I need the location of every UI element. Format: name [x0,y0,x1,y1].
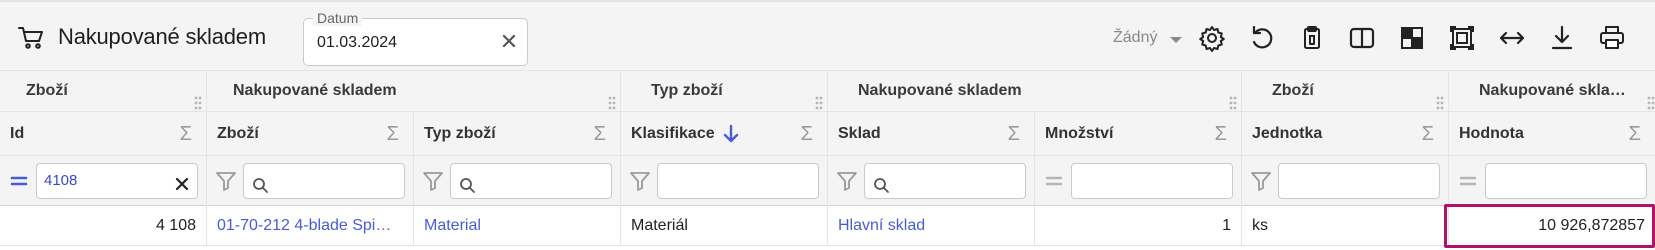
cell-typ-link[interactable]: Material [414,206,621,246]
column-header-row: Id Σ Zboží Σ Typ zboží Σ Klasifikace Σ S… [0,112,1655,156]
drag-handle-icon[interactable] [194,87,202,110]
sort-desc-icon[interactable] [721,124,741,144]
sigma-icon[interactable]: Σ [1008,123,1020,145]
column-header-typ-zbozi[interactable]: Typ zboží Σ [414,112,621,156]
drag-handle-icon[interactable] [608,87,616,110]
search-icon [459,173,476,193]
sigma-icon[interactable]: Σ [594,123,606,145]
filter-row: 4108 [0,156,1655,206]
drag-handle-icon[interactable] [815,87,823,110]
date-field[interactable]: Datum 01.03.2024 [303,10,528,66]
filter-cell-mnozstvi [1035,156,1242,206]
equals-icon[interactable] [8,170,30,192]
search-icon [873,173,890,193]
delete-clipboard-icon[interactable] [1298,24,1326,52]
filter-cell-jednotka [1242,156,1449,206]
shopping-cart-icon [17,24,45,52]
column-header-zbozi[interactable]: Zboží Σ [207,112,414,156]
filter-cell-typ-zbozi [414,156,621,206]
close-icon[interactable] [499,31,519,51]
filter-icon[interactable] [215,170,237,192]
layout-select[interactable]: Žádný [1113,29,1157,47]
column-group: Nakupované skla… [1449,71,1655,112]
cell-mnozstvi: 1 [1035,206,1242,246]
gear-icon[interactable] [1198,24,1226,52]
close-icon[interactable] [173,172,191,191]
date-field-label: Datum [313,10,363,26]
typ-zbozi-filter-input[interactable] [450,163,612,199]
zbozi-filter-input[interactable] [243,163,405,199]
column-group: Nakupované skladem [207,71,621,112]
cell-sklad-link[interactable]: Hlavní sklad [828,206,1035,246]
column-group-row: Zboží Nakupované skladem Typ zboží Nakup… [0,70,1655,112]
cell-klasifikace: Materiál [621,206,828,246]
column-header-hodnota[interactable]: Hodnota Σ [1449,112,1655,156]
column-header-klasifikace[interactable]: Klasifikace Σ [621,112,828,156]
sigma-icon[interactable]: Σ [1215,123,1227,145]
column-group: Typ zboží [621,71,828,112]
sigma-icon[interactable]: Σ [180,123,192,145]
column-group: Zboží [0,71,207,112]
cell-zbozi-link[interactable]: 01-70-212 4-blade Spi… [207,206,414,246]
date-field-value[interactable]: 01.03.2024 [317,34,397,52]
sklad-filter-input[interactable] [864,163,1026,199]
search-icon [252,173,269,193]
sigma-icon[interactable]: Σ [387,123,399,145]
toolbar: Nakupované skladem Datum 01.03.2024 Žádn… [0,0,1655,70]
column-group: Zboží [1242,71,1449,112]
page-title: Nakupované skladem [58,24,266,49]
id-filter-input[interactable]: 4108 [36,163,198,199]
filter-icon[interactable] [629,170,651,192]
chevron-down-icon[interactable] [1170,37,1182,43]
filter-cell-id: 4108 [0,156,207,206]
column-header-mnozstvi[interactable]: Množství Σ [1035,112,1242,156]
column-header-jednotka[interactable]: Jednotka Σ [1242,112,1449,156]
screenshot-frame-icon[interactable] [1448,24,1476,52]
filter-cell-sklad [828,156,1035,206]
equals-icon[interactable] [1043,170,1065,192]
drag-handle-icon[interactable] [1229,87,1237,110]
column-group: Nakupované skladem [828,71,1242,112]
filter-icon[interactable] [1250,170,1272,192]
column-header-id[interactable]: Id Σ [0,112,207,156]
cell-id: 4 108 [0,206,207,246]
drag-handle-icon[interactable] [1436,87,1444,110]
hodnota-filter-input[interactable] [1485,163,1647,199]
equals-icon[interactable] [1457,170,1479,192]
klasifikace-filter-input[interactable] [657,163,819,199]
horizontal-resize-icon[interactable] [1498,24,1526,52]
filter-cell-klasifikace [621,156,828,206]
filter-icon[interactable] [836,170,858,192]
filter-cell-hodnota [1449,156,1655,206]
table-row[interactable]: 4 108 01-70-212 4-blade Spi… Material Ma… [0,206,1655,246]
highlight-frame [1444,204,1655,248]
column-header-sklad[interactable]: Sklad Σ [828,112,1035,156]
drag-handle-icon[interactable] [1647,87,1655,110]
cell-jednotka: ks [1242,206,1449,246]
jednotka-filter-input[interactable] [1278,163,1440,199]
download-icon[interactable] [1548,24,1576,52]
sigma-icon[interactable]: Σ [801,123,813,145]
filter-cell-zbozi [207,156,414,206]
split-view-icon[interactable] [1348,24,1376,52]
sigma-icon[interactable]: Σ [1422,123,1434,145]
mnozstvi-filter-input[interactable] [1071,163,1233,199]
checkerboard-icon[interactable] [1398,24,1426,52]
filter-icon[interactable] [422,170,444,192]
sigma-icon[interactable]: Σ [1629,123,1641,145]
undo-icon[interactable] [1248,24,1276,52]
print-icon[interactable] [1598,24,1626,52]
